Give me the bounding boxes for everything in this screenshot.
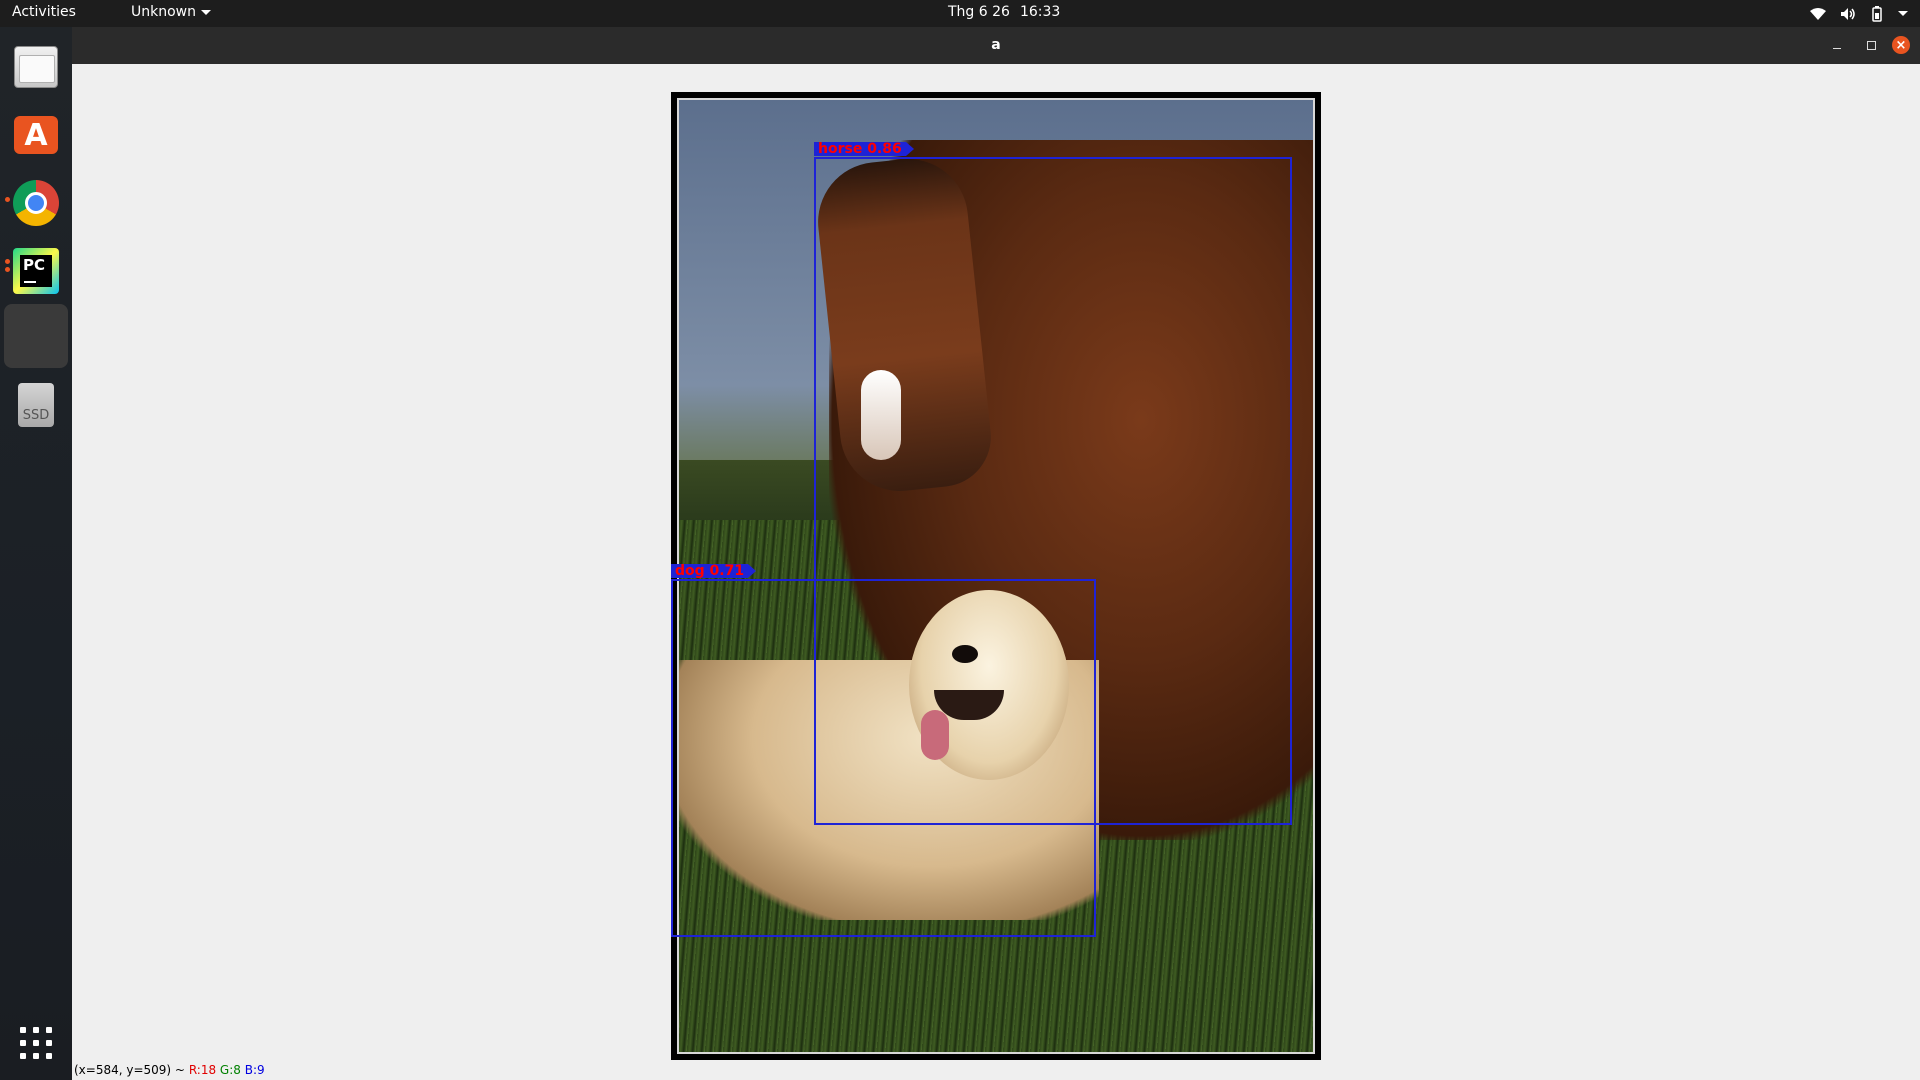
- window-titlebar[interactable]: a ×: [72, 27, 1920, 64]
- status-coords: (x=584, y=509) ~: [74, 1063, 185, 1077]
- wifi-icon: [1810, 7, 1826, 20]
- app-menu[interactable]: Unknown: [131, 4, 211, 20]
- bbox-dog: [671, 579, 1096, 937]
- dock: A PC SSD: [0, 27, 72, 1080]
- volume-icon: [1841, 7, 1855, 20]
- dock-item-image-window[interactable]: [4, 304, 68, 368]
- battery-icon: [1872, 5, 1882, 22]
- apps-grid-icon: [20, 1027, 52, 1059]
- status-green: G:8: [219, 1063, 241, 1077]
- status-red: R:18: [188, 1063, 217, 1077]
- chrome-icon: [13, 180, 59, 226]
- software-store-icon: A: [14, 116, 58, 154]
- drive-icon: SSD: [18, 383, 54, 427]
- chevron-down-icon: [1898, 11, 1908, 16]
- pycharm-bar: [24, 281, 36, 283]
- files-icon: [14, 46, 58, 88]
- app-menu-label: Unknown: [131, 4, 196, 20]
- status-blue: B:9: [244, 1063, 265, 1077]
- status-bar: (x=584, y=509) ~ R:18 G:8 B:9: [72, 1060, 1920, 1080]
- close-button[interactable]: ×: [1892, 36, 1910, 54]
- show-apps-button[interactable]: [4, 1011, 68, 1075]
- minimize-icon: [1833, 47, 1841, 49]
- dock-item-software[interactable]: A: [4, 103, 68, 167]
- dock-item-chrome[interactable]: [4, 171, 68, 235]
- image-canvas[interactable]: horse 0.86 dog 0.71: [671, 92, 1321, 1060]
- restore-button[interactable]: [1862, 36, 1880, 54]
- minimize-button[interactable]: [1828, 36, 1846, 54]
- dock-item-pycharm[interactable]: PC: [4, 239, 68, 303]
- activities-button[interactable]: Activities: [12, 4, 76, 20]
- dock-item-files[interactable]: [4, 35, 68, 99]
- bbox-label-dog: dog 0.71: [671, 564, 757, 578]
- bbox-label-horse: horse 0.86: [814, 142, 914, 156]
- clock-time: 16:33: [1019, 4, 1061, 20]
- close-icon: ×: [1895, 37, 1907, 53]
- top-bar: Activities Unknown Thg 6 26 16:33: [0, 0, 1920, 27]
- clock[interactable]: Thg 6 26 16:33: [948, 4, 1060, 20]
- chevron-down-icon: [201, 9, 211, 15]
- dock-item-ssd[interactable]: SSD: [4, 373, 68, 437]
- clock-date: Thg 6 26: [948, 4, 1010, 20]
- pycharm-icon: PC: [13, 248, 59, 294]
- restore-icon: [1866, 40, 1876, 50]
- window-icon: [16, 316, 56, 356]
- image-window: a × horse 0.86 dog 0.71 (x=584, y=509) ~…: [72, 27, 1920, 1080]
- window-title: a: [991, 37, 1001, 53]
- system-tray[interactable]: [1810, 3, 1908, 24]
